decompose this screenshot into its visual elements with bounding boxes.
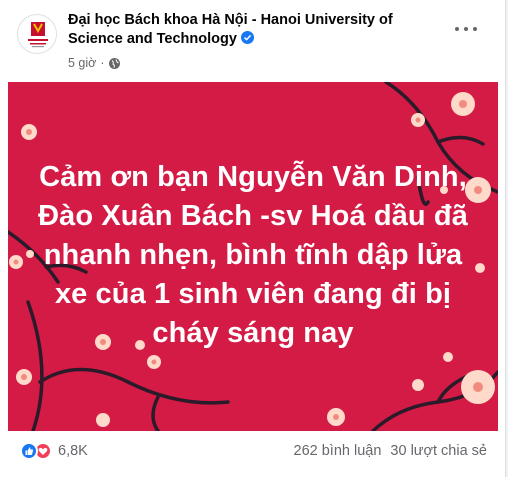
post-image[interactable]: Cảm ơn bạn Nguyễn Văn Dinh, Đào Xuân Bác…	[8, 82, 498, 431]
verified-badge-icon	[240, 31, 254, 44]
image-caption-text: Cảm ơn bạn Nguyễn Văn Dinh, Đào Xuân Bác…	[38, 161, 468, 349]
menu-dot	[464, 27, 468, 31]
page-avatar[interactable]	[17, 14, 57, 54]
university-logo-icon	[28, 22, 48, 48]
reactions-summary[interactable]: 6,8K	[20, 442, 88, 460]
page-name-link[interactable]: Đại học Bách khoa Hà Nội - Hanoi Univers…	[68, 11, 408, 49]
comments-count-link[interactable]: 262 bình luận	[294, 443, 382, 459]
reaction-count[interactable]: 6,8K	[58, 443, 88, 459]
post-card: Đại học Bách khoa Hà Nội - Hanoi Univers…	[0, 0, 506, 477]
menu-dot	[473, 27, 477, 31]
page-name-text[interactable]: Đại học Bách khoa Hà Nội - Hanoi Univers…	[68, 12, 393, 47]
like-reaction-icon	[20, 442, 38, 460]
separator-dot: ·	[100, 56, 105, 70]
engagement-stats: 262 bình luận 30 lượt chia sẻ	[294, 443, 487, 459]
post-meta: 5 giờ ·	[68, 56, 120, 70]
shares-count-link[interactable]: 30 lượt chia sẻ	[390, 443, 487, 459]
menu-dot	[455, 27, 459, 31]
post-options-button[interactable]	[455, 22, 477, 36]
post-timestamp[interactable]: 5 giờ	[68, 56, 96, 70]
globe-icon[interactable]	[108, 57, 120, 69]
